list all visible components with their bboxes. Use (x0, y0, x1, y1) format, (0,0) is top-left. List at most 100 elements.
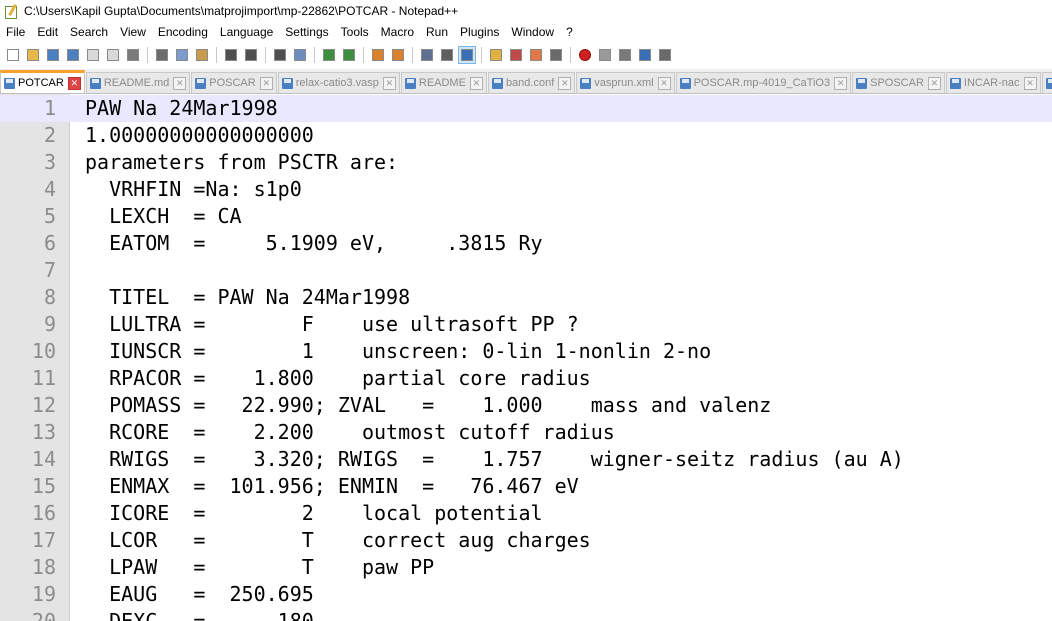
editor-line[interactable]: 15 ENMAX = 101.956; ENMIN = 76.467 eV (0, 473, 1052, 500)
tab-relax-catio3-vasp[interactable]: relax-catio3.vasp ✕ (277, 72, 400, 93)
editor-line[interactable]: 4 VRHFIN =Na: s1p0 (0, 176, 1052, 203)
tab-band-conf[interactable]: band.conf ✕ (487, 72, 576, 93)
menu-edit[interactable]: Edit (31, 25, 64, 39)
play-macro-icon[interactable] (617, 47, 633, 63)
editor-line[interactable]: 10 IUNSCR = 1 unscreen: 0-lin 1-nonlin 2… (0, 338, 1052, 365)
print-icon[interactable] (125, 47, 141, 63)
menu-encoding[interactable]: Encoding (152, 25, 214, 39)
tab-close-icon[interactable]: ✕ (657, 76, 671, 90)
editor-line[interactable]: 17 LCOR = T correct aug charges (0, 527, 1052, 554)
editor-line[interactable]: 7 (0, 257, 1052, 284)
zoom-in-icon[interactable] (321, 47, 337, 63)
save-icon[interactable] (45, 47, 61, 63)
sync-horizontal-icon[interactable] (390, 47, 406, 63)
tab-label: POSCAR.mp-4019_CaTiO3 (693, 77, 831, 89)
editor-line[interactable]: 6 EATOM = 5.1909 eV, .3815 Ry (0, 230, 1052, 257)
tab-close-icon[interactable]: ✕ (1023, 76, 1037, 90)
tab-readme-md[interactable]: README.md ✕ (85, 72, 191, 93)
function-list-icon[interactable] (508, 47, 524, 63)
line-number: 16 (31, 501, 56, 525)
tab-close-icon[interactable]: ✕ (469, 76, 483, 90)
tab-close-icon[interactable]: ✕ (834, 76, 848, 90)
menu-settings[interactable]: Settings (279, 25, 334, 39)
redo-icon[interactable] (243, 47, 259, 63)
cut-icon[interactable] (154, 47, 170, 63)
close-all-icon[interactable] (105, 47, 121, 63)
editor-line[interactable]: 8 TITEL = PAW Na 24Mar1998 (0, 284, 1052, 311)
tab-disp[interactable]: disp (1041, 72, 1052, 93)
menu-tools[interactable]: Tools (335, 25, 375, 39)
word-wrap-icon[interactable] (419, 47, 435, 63)
toolbar-separator (481, 46, 482, 63)
sync-vertical-icon[interactable] (370, 47, 386, 63)
menu-file[interactable]: File (0, 25, 31, 39)
tab-readme[interactable]: README ✕ (400, 72, 487, 93)
title-bar: C:\Users\Kapil Gupta\Documents\matprojim… (0, 0, 1052, 22)
editor-line[interactable]: 11 RPACOR = 1.800 partial core radius (0, 365, 1052, 392)
menu-search[interactable]: Search (64, 25, 114, 39)
editor-line[interactable]: 13 RCORE = 2.200 outmost cutoff radius (0, 419, 1052, 446)
menu-view[interactable]: View (114, 25, 152, 39)
save-status-icon (679, 77, 691, 89)
editor-line[interactable]: 5 LEXCH = CA (0, 203, 1052, 230)
save-macro-icon[interactable] (657, 47, 673, 63)
find-icon[interactable] (272, 47, 288, 63)
copy-icon[interactable] (174, 47, 190, 63)
editor[interactable]: 1 PAW Na 24Mar1998 2 1.00000000000000000 3 pa… (0, 94, 1052, 621)
line-text: LEXCH = CA (85, 204, 242, 228)
paste-icon[interactable] (194, 47, 210, 63)
tab-poscar[interactable]: POSCAR ✕ (191, 72, 277, 93)
stop-record-icon[interactable] (597, 47, 613, 63)
menu-help[interactable]: ? (560, 25, 579, 39)
editor-line[interactable]: 1 PAW Na 24Mar1998 (0, 95, 1052, 122)
menu-language[interactable]: Language (214, 25, 279, 39)
monitor-icon[interactable] (548, 47, 564, 63)
line-text: LPAW = T paw PP (85, 555, 435, 579)
menu-window[interactable]: Window (505, 25, 560, 39)
tab-close-icon[interactable]: ✕ (927, 76, 941, 90)
zoom-out-icon[interactable] (341, 47, 357, 63)
run-macro-multiple-icon[interactable] (637, 47, 653, 63)
menu-plugins[interactable]: Plugins (454, 25, 505, 39)
show-all-chars-icon[interactable] (439, 47, 455, 63)
menu-run[interactable]: Run (420, 25, 454, 39)
editor-line[interactable]: 18 LPAW = T paw PP (0, 554, 1052, 581)
editor-line[interactable]: 12 POMASS = 22.990; ZVAL = 1.000 mass an… (0, 392, 1052, 419)
editor-line[interactable]: 3 parameters from PSCTR are: (0, 149, 1052, 176)
editor-line[interactable]: 19 EAUG = 250.695 (0, 581, 1052, 608)
menu-macro[interactable]: Macro (375, 25, 420, 39)
new-file-icon[interactable] (5, 47, 21, 63)
tab-close-icon[interactable]: ✕ (259, 76, 273, 90)
tab-potcar[interactable]: POTCAR ✕ (0, 70, 85, 93)
close-icon[interactable] (85, 47, 101, 63)
indent-guide-icon[interactable] (458, 45, 476, 64)
open-file-icon[interactable] (25, 47, 41, 63)
tab-poscar-mp-4019-catio3[interactable]: POSCAR.mp-4019_CaTiO3 ✕ (675, 72, 852, 93)
tab-vasprun-xml[interactable]: vasprun.xml ✕ (576, 72, 675, 93)
save-status-icon (404, 77, 416, 89)
record-macro-icon[interactable] (577, 47, 593, 63)
save-all-icon[interactable] (65, 47, 81, 63)
tab-incar-nac[interactable]: INCAR-nac ✕ (945, 72, 1041, 93)
line-number: 15 (31, 474, 56, 498)
tab-close-icon[interactable]: ✕ (558, 76, 572, 90)
undo-icon[interactable] (223, 47, 239, 63)
tab-label: band.conf (505, 77, 555, 89)
editor-line[interactable]: 9 LULTRA = F use ultrasoft PP ? (0, 311, 1052, 338)
editor-line[interactable]: 14 RWIGS = 3.320; RWIGS = 1.757 wigner-s… (0, 446, 1052, 473)
editor-line[interactable]: 16 ICORE = 2 local potential (0, 500, 1052, 527)
line-text: DEXC = .180 (85, 609, 314, 621)
editor-line[interactable]: 2 1.00000000000000000 (0, 122, 1052, 149)
line-text: ENMAX = 101.956; ENMIN = 76.467 eV (85, 474, 579, 498)
folder-workspace-icon[interactable] (528, 47, 544, 63)
line-text: RWIGS = 3.320; RWIGS = 1.757 wigner-seit… (85, 447, 904, 471)
replace-icon[interactable] (292, 47, 308, 63)
save-status-icon (89, 77, 101, 89)
document-map-icon[interactable] (488, 47, 504, 63)
tab-close-icon[interactable]: ✕ (382, 76, 396, 90)
tab-close-icon[interactable]: ✕ (67, 76, 81, 90)
line-text: RPACOR = 1.800 partial core radius (85, 366, 591, 390)
editor-line[interactable]: 20 DEXC = .180 (0, 608, 1052, 621)
tab-close-icon[interactable]: ✕ (173, 76, 187, 90)
tab-sposcar[interactable]: SPOSCAR ✕ (852, 72, 945, 93)
